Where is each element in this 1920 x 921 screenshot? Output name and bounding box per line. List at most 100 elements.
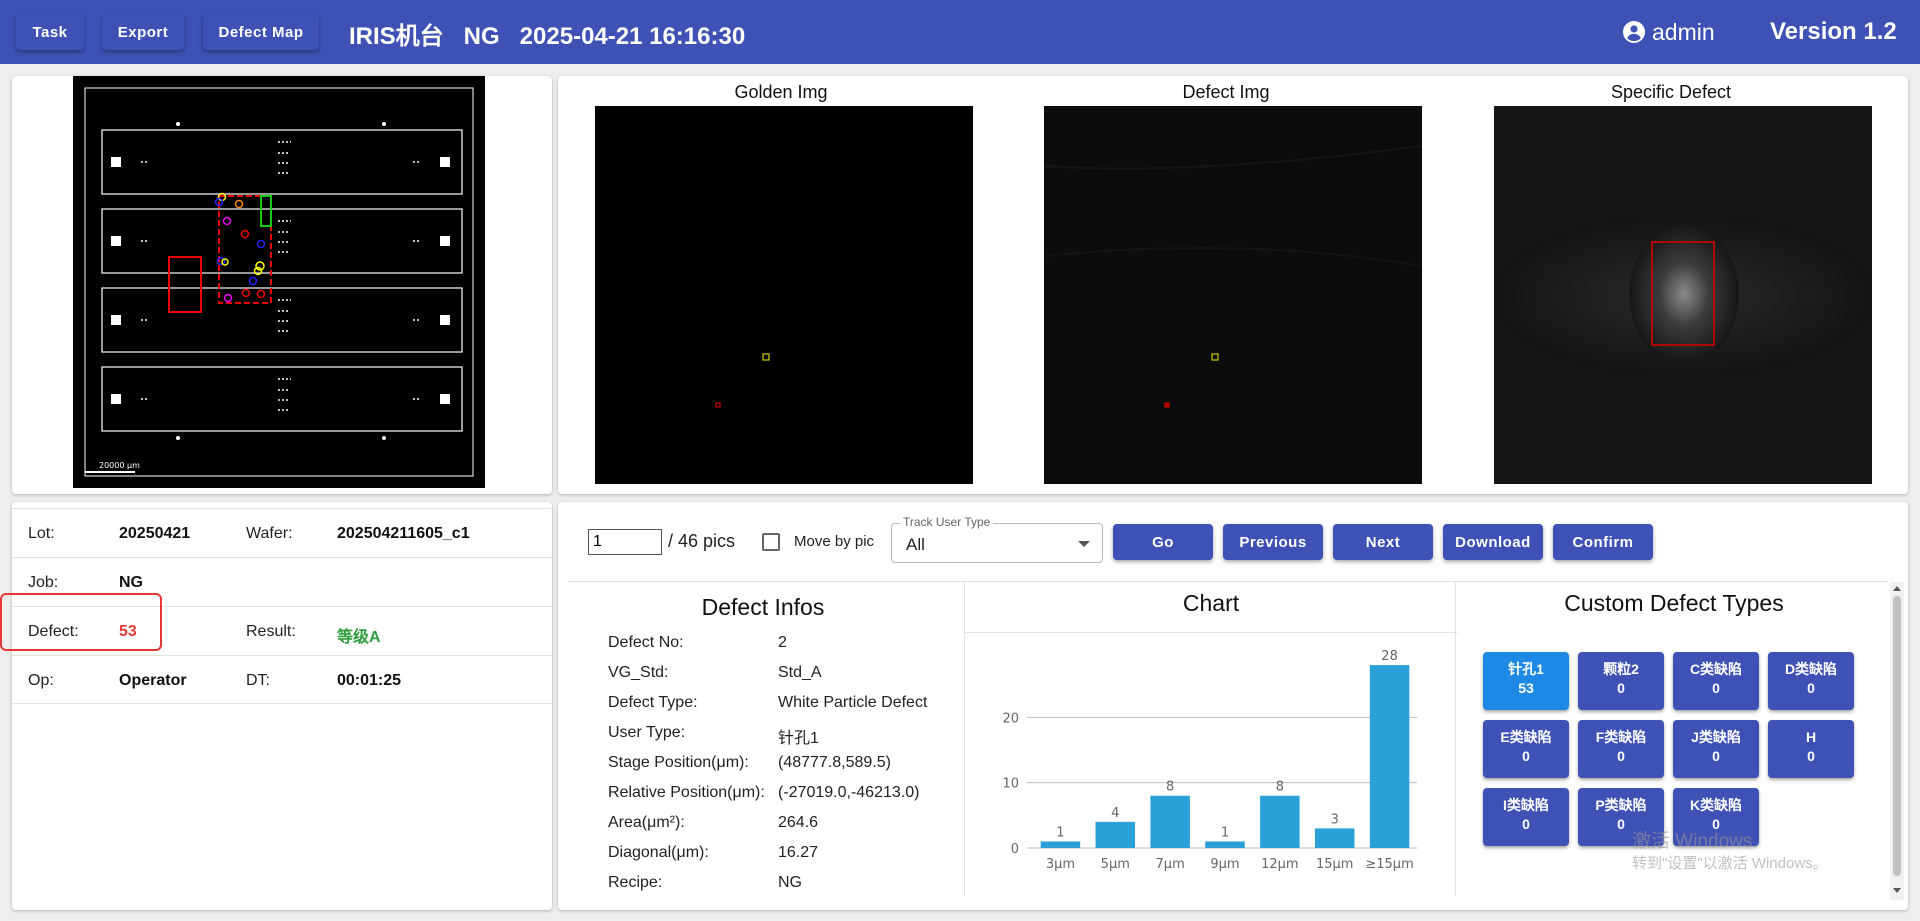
job-label: Job: <box>28 574 59 591</box>
wafer-info-card: Lot: 20250421 Wafer: 202504211605_c1 Job… <box>12 502 552 910</box>
lot-label: Lot: <box>28 525 55 542</box>
defect-info-value: 针孔1 <box>778 730 819 747</box>
defect-map-button[interactable]: Defect Map <box>203 14 319 50</box>
defect-info-label: Relative Position(μm): <box>608 784 765 801</box>
export-button[interactable]: Export <box>102 14 184 50</box>
defect-type-button[interactable]: J类缺陷 0 <box>1673 720 1759 778</box>
defect-info-value: (48777.8,589.5) <box>778 754 891 771</box>
defect-info-value: 2 <box>778 634 787 651</box>
scroll-up-icon[interactable] <box>1893 586 1901 591</box>
x-tick-label: 5μm <box>1101 857 1130 872</box>
chart-panel: Chart 0 10 20 1 3μm 4 5μm 8 7μm 1 9μm 8 12μm 3 15μm 28 ≥… <box>964 582 1457 896</box>
track-user-type-value: All <box>906 535 925 554</box>
defect-size-chart: 0 10 20 1 3μm 4 5μm 8 7μm 1 9μm 8 12μm 3 15μm 28 ≥15μm <box>1002 649 1417 872</box>
scale-bar-label: 20000 μm <box>99 461 140 470</box>
dropdown-arrow-icon <box>1078 541 1090 547</box>
images-card: Golden Img Defect Img Specific Defect <box>558 76 1908 494</box>
defect-type-name: 颗粒2 <box>1603 661 1639 677</box>
defect-info-value: (-27019.0,-46213.0) <box>778 784 920 801</box>
go-button[interactable]: Go <box>1113 524 1213 560</box>
page-total: / 46 pics <box>668 531 736 551</box>
chart-bar <box>1040 841 1081 848</box>
defect-type-count: 0 <box>1617 680 1625 696</box>
move-by-pic-checkbox[interactable] <box>762 533 780 551</box>
previous-button[interactable]: Previous <box>1223 524 1323 560</box>
next-button[interactable]: Next <box>1333 524 1433 560</box>
defect-type-button[interactable]: C类缺陷 0 <box>1673 652 1759 710</box>
activation-watermark-hint: 转到"设置"以激活 Windows。 <box>1632 855 1828 872</box>
defect-type-count: 53 <box>1518 680 1534 696</box>
confirm-button[interactable]: Confirm <box>1553 524 1653 560</box>
job-value: NG <box>119 574 143 591</box>
x-tick-label: 12μm <box>1261 857 1298 872</box>
defect-infos-panel: Defect Infos Defect No: 2 VG_Std: Std_A Defe… <box>568 582 958 904</box>
task-button[interactable]: Task <box>16 14 84 50</box>
wafer-value: 202504211605_c1 <box>337 525 470 542</box>
defect-info-label: Defect Type: <box>608 694 698 711</box>
result-label: Result: <box>246 623 296 640</box>
scroll-down-icon[interactable] <box>1893 888 1901 893</box>
defect-type-name: I类缺陷 <box>1503 797 1549 813</box>
bar-data-label: 28 <box>1381 649 1398 664</box>
defect-type-name: E类缺陷 <box>1500 729 1552 745</box>
page-title: IRIS机台 NG 2025-04-21 16:16:30 <box>349 23 746 50</box>
defect-info-value: White Particle Defect <box>778 694 928 711</box>
dt-label: DT: <box>246 672 270 689</box>
track-user-type-legend: Track User Type <box>900 515 994 529</box>
y-tick-label: 0 <box>1011 842 1019 857</box>
defect-type-button[interactable]: 针孔1 53 <box>1483 652 1569 710</box>
defect-info-label: Area(μm²): <box>608 814 685 831</box>
bar-data-label: 4 <box>1111 806 1119 821</box>
scrollbar-thumb[interactable] <box>1893 596 1901 876</box>
defect-infos-title: Defect Infos <box>701 594 825 620</box>
defect-type-button[interactable]: F类缺陷 0 <box>1578 720 1664 778</box>
defect-info-value: NG <box>778 874 802 891</box>
defect-type-count: 0 <box>1807 748 1815 764</box>
defect-info-label: User Type: <box>608 724 686 741</box>
defect-type-name: 针孔1 <box>1508 661 1544 677</box>
chart-bar <box>1314 828 1355 848</box>
chart-bar <box>1095 821 1136 848</box>
defect-type-name: J类缺陷 <box>1691 729 1741 745</box>
defect-img-title: Defect Img <box>1182 82 1270 102</box>
defect-info-label: Stage Position(μm): <box>608 754 749 771</box>
defect-type-count: 0 <box>1712 680 1720 696</box>
user-name[interactable]: admin <box>1652 19 1715 46</box>
defect-highlight-box <box>0 593 162 651</box>
golden-image[interactable] <box>595 106 973 484</box>
result-value: 等级A <box>337 629 381 646</box>
scrollbar[interactable] <box>1890 582 1904 900</box>
specific-defect-title: Specific Defect <box>1610 82 1732 102</box>
defect-image[interactable] <box>1044 106 1422 484</box>
defect-type-button[interactable]: D类缺陷 0 <box>1768 652 1854 710</box>
account-circle-icon[interactable] <box>1622 20 1646 44</box>
wafer-map-card: 20000 μm <box>12 76 552 494</box>
bar-data-label: 3 <box>1331 812 1339 827</box>
dt-value: 00:01:25 <box>337 672 402 689</box>
lot-value: 20250421 <box>119 525 191 542</box>
bar-data-label: 1 <box>1056 825 1064 840</box>
defect-info-value: 264.6 <box>778 814 819 831</box>
y-tick-label: 20 <box>1002 711 1019 726</box>
activation-watermark-title: 激活 Windows <box>1632 831 1753 852</box>
chart-divider <box>965 632 1457 633</box>
track-user-type-select[interactable]: Track User Type All <box>891 515 1103 563</box>
bar-data-label: 1 <box>1221 825 1229 840</box>
chart-bar <box>1150 795 1190 848</box>
defect-type-button[interactable]: 颗粒2 0 <box>1578 652 1664 710</box>
defect-type-name: P类缺陷 <box>1595 797 1647 813</box>
x-tick-label: 3μm <box>1046 857 1075 872</box>
defect-info-label: VG_Std: <box>608 664 669 681</box>
chart-bar <box>1205 841 1245 848</box>
defect-type-button[interactable]: I类缺陷 0 <box>1483 788 1569 846</box>
op-value: Operator <box>119 672 187 689</box>
download-button[interactable]: Download <box>1443 524 1543 560</box>
defect-type-button[interactable]: H0 <box>1768 720 1854 778</box>
version-label: Version 1.2 <box>1770 18 1897 45</box>
defect-type-count: 0 <box>1807 680 1815 696</box>
chart-bar <box>1369 665 1410 848</box>
wafer-map[interactable]: 20000 μm <box>73 76 485 488</box>
specific-defect-image[interactable] <box>1494 106 1872 484</box>
page-number-input[interactable] <box>588 529 662 555</box>
defect-type-button[interactable]: E类缺陷 0 <box>1483 720 1569 778</box>
